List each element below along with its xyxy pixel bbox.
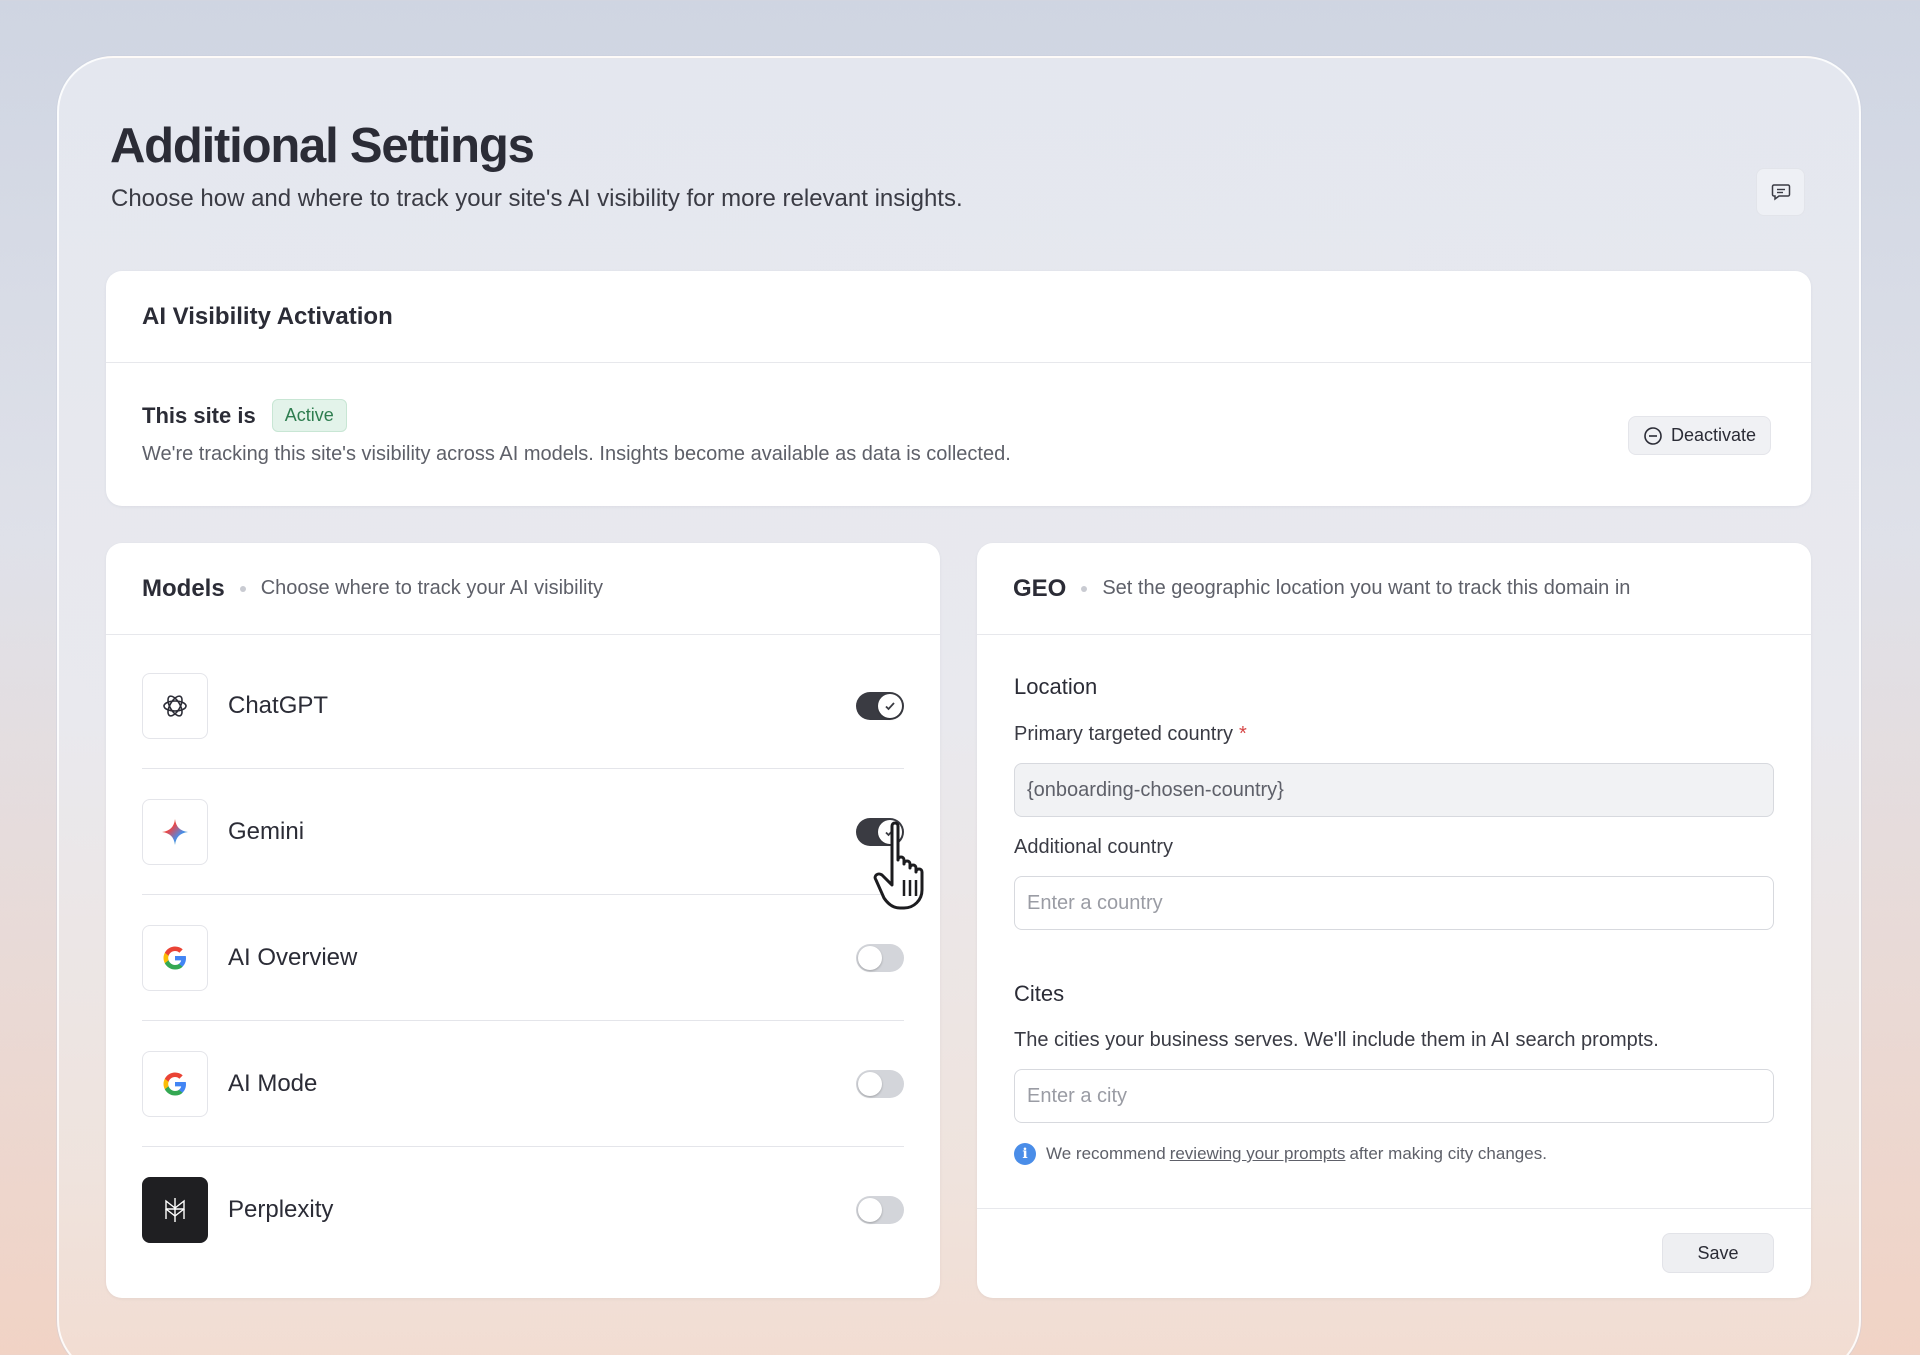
check-icon bbox=[878, 693, 902, 718]
activation-card-title: AI Visibility Activation bbox=[142, 302, 393, 330]
model-row-chatgpt: ChatGPT bbox=[142, 643, 904, 769]
location-section-title: Location bbox=[1014, 674, 1098, 699]
minus-circle-icon bbox=[1644, 426, 1662, 445]
required-mark: * bbox=[1238, 723, 1247, 745]
model-name: ChatGPT bbox=[228, 691, 329, 719]
openai-icon bbox=[142, 672, 208, 739]
ai-overview-toggle[interactable] bbox=[856, 943, 904, 972]
site-status-label: This site is bbox=[142, 402, 256, 428]
note-prefix: We recommend bbox=[1046, 1144, 1166, 1163]
info-icon: i bbox=[1014, 1143, 1036, 1165]
geo-card-description: Set the geographic location you want to … bbox=[1102, 577, 1631, 599]
additional-country-input[interactable] bbox=[1014, 876, 1774, 930]
model-name: Perplexity bbox=[228, 1196, 334, 1223]
cities-description: The cities your business serves. We'll i… bbox=[1014, 1029, 1659, 1051]
reviewing-prompts-link[interactable]: reviewing your prompts bbox=[1170, 1144, 1346, 1164]
gemini-icon bbox=[142, 798, 208, 865]
activation-card-header: AI Visibility Activation bbox=[106, 271, 1811, 363]
model-row-ai-mode: AI Mode bbox=[142, 1021, 904, 1147]
model-name: AI Overview bbox=[228, 943, 358, 971]
cities-section-title: Cites bbox=[1014, 981, 1065, 1006]
models-card-description: Choose where to track your AI visibility bbox=[260, 577, 604, 599]
models-card-header: Models Choose where to track your AI vis… bbox=[106, 543, 940, 635]
model-row-gemini: Gemini bbox=[142, 769, 904, 895]
primary-country-label: Primary targeted country * bbox=[1014, 723, 1247, 746]
hand-cursor-icon bbox=[873, 821, 924, 910]
separator-dot bbox=[239, 585, 246, 592]
city-input[interactable] bbox=[1014, 1069, 1774, 1123]
models-card-title: Models bbox=[142, 574, 225, 602]
deactivate-label: Deactivate bbox=[1670, 425, 1756, 445]
primary-country-field[interactable] bbox=[1014, 763, 1774, 817]
city-change-note: i We recommend reviewing your prompts af… bbox=[1014, 1143, 1547, 1165]
geo-card-header: GEO Set the geographic location you want… bbox=[977, 543, 1811, 635]
geo-card-footer: Save bbox=[977, 1208, 1811, 1298]
perplexity-toggle[interactable] bbox=[856, 1196, 904, 1224]
status-badge: Active bbox=[271, 399, 347, 432]
separator-dot bbox=[1081, 585, 1088, 592]
deactivate-button[interactable]: Deactivate bbox=[1627, 416, 1771, 455]
model-name: AI Mode bbox=[228, 1069, 318, 1097]
model-row-ai-overview: AI Overview bbox=[142, 895, 904, 1021]
primary-country-label-text: Primary targeted country bbox=[1014, 723, 1233, 745]
save-button[interactable]: Save bbox=[1662, 1233, 1774, 1273]
model-name: Gemini bbox=[228, 817, 305, 845]
site-status-description: We're tracking this site's visibility ac… bbox=[142, 443, 1011, 465]
feedback-button[interactable] bbox=[1756, 168, 1805, 216]
google-icon bbox=[142, 924, 208, 991]
google-icon bbox=[142, 1050, 208, 1117]
note-suffix: after making city changes. bbox=[1349, 1144, 1547, 1163]
model-row-perplexity: Perplexity bbox=[142, 1147, 904, 1273]
activation-card: AI Visibility Activation This site is Ac… bbox=[106, 271, 1811, 506]
site-status-row: This site is Active bbox=[142, 399, 347, 432]
additional-country-label: Additional country bbox=[1014, 836, 1173, 858]
chatgpt-toggle[interactable] bbox=[856, 691, 904, 720]
page-title: Additional Settings bbox=[110, 119, 535, 173]
models-card: Models Choose where to track your AI vis… bbox=[106, 543, 940, 1298]
geo-card: GEO Set the geographic location you want… bbox=[977, 543, 1811, 1298]
page-subtitle: Choose how and where to track your site'… bbox=[111, 185, 963, 212]
geo-card-title: GEO bbox=[1013, 574, 1067, 602]
chat-bubble-icon bbox=[1771, 184, 1790, 201]
ai-mode-toggle[interactable] bbox=[856, 1069, 904, 1098]
perplexity-icon bbox=[142, 1177, 208, 1243]
